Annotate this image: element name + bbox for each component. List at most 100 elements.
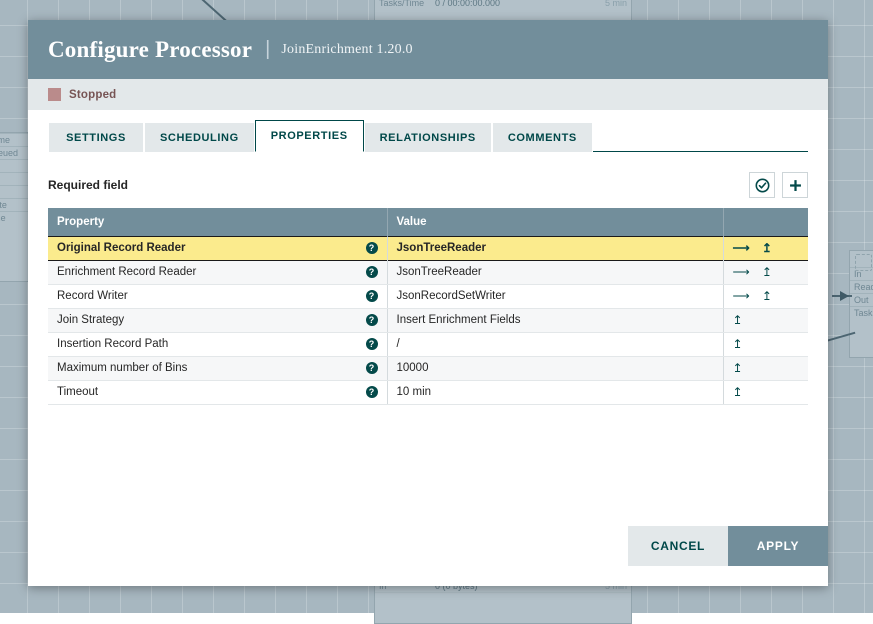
tab-scheduling[interactable]: SCHEDULING (144, 122, 255, 152)
property-value: JsonTreeReader (397, 242, 487, 254)
revert-property-icon[interactable]: ↥ (762, 265, 772, 279)
property-name: Original Record Reader (57, 242, 185, 254)
add-property-button[interactable] (782, 172, 808, 198)
help-icon[interactable]: ? (366, 242, 378, 254)
panel-row: Jo (0, 172, 29, 185)
tab-comments[interactable]: COMMENTS (492, 122, 593, 152)
cancel-button[interactable]: CANCEL (628, 526, 728, 566)
tab-label: RELATIONSHIPS (380, 132, 476, 144)
panel-label: Write (0, 199, 25, 211)
row-actions-cell: ⟶ ↥ (723, 284, 808, 308)
revert-property-icon[interactable]: ↥ (733, 385, 743, 399)
help-icon[interactable]: ? (366, 266, 378, 278)
go-to-service-icon[interactable]: ⟶ (733, 241, 750, 255)
property-name-cell[interactable]: Timeout ? (48, 380, 387, 404)
property-value: / (397, 338, 400, 350)
dialog-footer: CANCEL APPLY (28, 526, 828, 566)
tab-label: PROPERTIES (271, 130, 348, 142)
processor-stat-label (379, 593, 435, 605)
row-actions-cell: ↥ (723, 356, 808, 380)
table-header: Property Value (48, 208, 808, 236)
property-value-cell[interactable]: JsonTreeReader (387, 260, 723, 284)
verify-properties-button[interactable] (749, 172, 775, 198)
properties-toolbar: Required field (48, 170, 808, 200)
panel-row: Tasks (850, 306, 873, 319)
table-row[interactable]: Insertion Record Path ? / ↥ (48, 332, 808, 356)
apply-button-label: APPLY (757, 539, 799, 553)
property-name: Join Strategy (57, 314, 124, 326)
tab-settings[interactable]: SETTINGS (48, 122, 144, 152)
tab-properties[interactable]: PROPERTIES (255, 120, 364, 152)
column-header-property[interactable]: Property (48, 208, 387, 236)
panel-row: Read (850, 280, 873, 293)
property-name-cell[interactable]: Enrichment Record Reader ? (48, 260, 387, 284)
property-name-cell[interactable]: Join Strategy ? (48, 308, 387, 332)
tab-bar: SETTINGS SCHEDULING PROPERTIES RELATIONS… (48, 120, 808, 152)
column-header-actions (723, 208, 808, 236)
help-icon[interactable]: ? (366, 386, 378, 398)
cancel-button-label: CANCEL (651, 539, 705, 553)
table-row[interactable]: Original Record Reader ? JsonTreeReader … (48, 236, 808, 260)
title-separator: | (265, 38, 270, 61)
property-value: 10000 (397, 362, 429, 374)
property-name-cell[interactable]: Record Writer ? (48, 284, 387, 308)
property-value-cell[interactable]: Insert Enrichment Fields (387, 308, 723, 332)
help-icon[interactable]: ? (366, 338, 378, 350)
panel-row: Out (850, 293, 873, 306)
processor-refresh-icon (855, 254, 872, 271)
go-to-service-icon[interactable]: ⟶ (733, 265, 750, 279)
property-value-cell[interactable]: JsonRecordSetWriter (387, 284, 723, 308)
table-row[interactable]: Enrichment Record Reader ? JsonTreeReade… (48, 260, 808, 284)
property-value-cell[interactable]: / (387, 332, 723, 356)
panel-label: Read (854, 281, 873, 293)
panel-label: Tasks (854, 307, 873, 319)
help-icon[interactable]: ? (366, 290, 378, 302)
status-bar: Stopped (28, 79, 828, 110)
property-name-cell[interactable]: Insertion Record Path ? (48, 332, 387, 356)
table-body: Original Record Reader ? JsonTreeReader … (48, 236, 808, 404)
status-indicator-icon (48, 88, 61, 101)
panel-label: Out (854, 294, 873, 306)
configure-processor-dialog: Configure Processor | JoinEnrichment 1.2… (28, 20, 828, 586)
revert-property-icon[interactable]: ↥ (762, 289, 772, 303)
tab-label: SCHEDULING (160, 132, 239, 144)
property-name: Maximum number of Bins (57, 362, 187, 374)
property-name-cell[interactable]: Maximum number of Bins ? (48, 356, 387, 380)
column-header-value[interactable]: Value (387, 208, 723, 236)
processor-stat-label: Tasks/Time (379, 0, 435, 9)
table-row[interactable]: Join Strategy ? Insert Enrichment Fields… (48, 308, 808, 332)
revert-property-icon[interactable]: ↥ (733, 313, 743, 327)
help-icon[interactable]: ? (366, 362, 378, 374)
panel-row: org (0, 185, 29, 198)
background-connection-panel[interactable]: Name Queued Jo Jo org Write Time (0, 132, 30, 282)
tab-relationships[interactable]: RELATIONSHIPS (364, 122, 492, 152)
go-to-service-icon[interactable]: ⟶ (733, 289, 750, 303)
property-value-cell[interactable]: 10 min (387, 380, 723, 404)
status-badge: Stopped (69, 89, 116, 101)
properties-table: Property Value Original Record Reader ? … (48, 208, 808, 405)
apply-button[interactable]: APPLY (728, 526, 828, 566)
row-actions-cell: ↥ (723, 380, 808, 404)
property-value: JsonTreeReader (397, 266, 482, 278)
property-value-cell[interactable]: 10000 (387, 356, 723, 380)
table-row[interactable]: Timeout ? 10 min ↥ (48, 380, 808, 404)
revert-property-icon[interactable]: ↥ (733, 361, 743, 375)
connection-arrowhead-right (840, 291, 849, 301)
table-row[interactable]: Maximum number of Bins ? 10000 ↥ (48, 356, 808, 380)
table-row[interactable]: Record Writer ? JsonRecordSetWriter ⟶ ↥ (48, 284, 808, 308)
property-name-cell[interactable]: Original Record Reader ? (48, 236, 387, 260)
processor-stat-value: 0 / 00:00:00.000 (435, 0, 605, 9)
help-icon[interactable]: ? (366, 314, 378, 326)
panel-row: Jo (0, 159, 29, 172)
processor-stat-row (375, 592, 631, 605)
panel-row: Time (0, 211, 29, 224)
property-value: Insert Enrichment Fields (397, 314, 521, 326)
required-field-label: Required field (48, 178, 128, 192)
property-value-cell[interactable]: JsonTreeReader (387, 236, 723, 260)
revert-property-icon[interactable]: ↥ (762, 241, 772, 255)
panel-row: Queued (0, 146, 29, 159)
panel-label: Jo (0, 173, 25, 185)
revert-property-icon[interactable]: ↥ (733, 337, 743, 351)
panel-label: org (0, 186, 25, 198)
processor-name-version: JoinEnrichment 1.20.0 (281, 42, 412, 58)
